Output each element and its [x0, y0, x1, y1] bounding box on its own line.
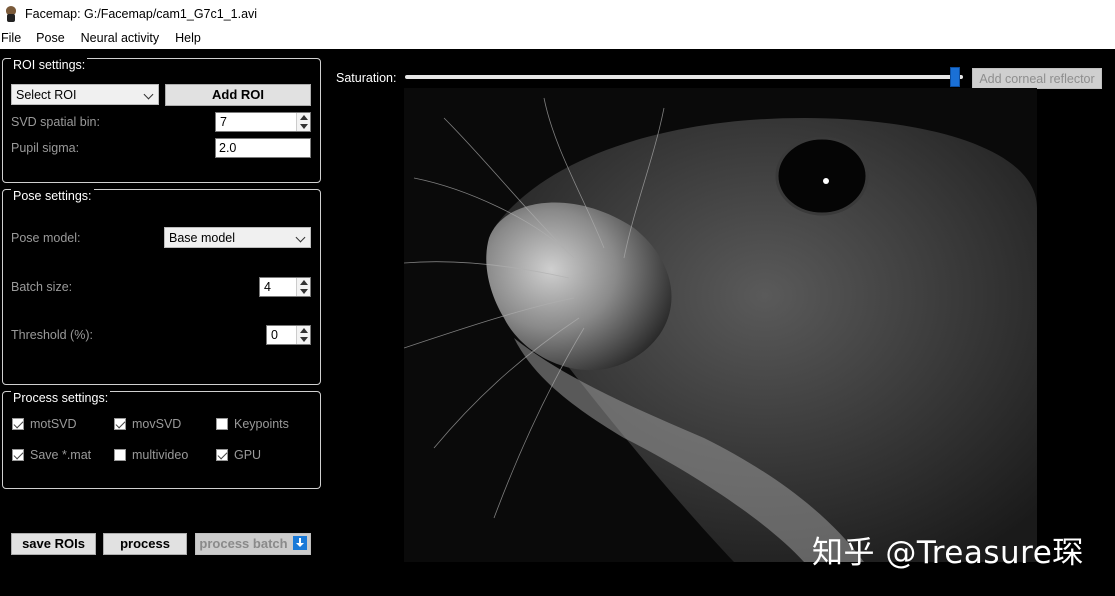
batch-size-label: Batch size:	[11, 280, 73, 294]
svd-spatial-bin-value: 7	[220, 115, 227, 129]
roi-settings-group: ROI settings: Select ROI Add ROI SVD spa…	[2, 58, 321, 183]
add-roi-button[interactable]: Add ROI	[165, 84, 311, 106]
process-batch-label: process batch	[199, 536, 288, 551]
batch-size-spinbox[interactable]: 4	[259, 277, 311, 297]
add-corneal-reflector-button[interactable]: Add corneal reflector	[972, 68, 1102, 89]
video-frame[interactable]	[404, 88, 1037, 562]
chevron-down-icon	[296, 233, 306, 243]
process-batch-button[interactable]: process batch	[195, 533, 311, 555]
checkbox-checked-icon	[12, 418, 24, 430]
multivideo-label: multivideo	[132, 448, 189, 462]
motsvd-label: motSVD	[30, 417, 77, 431]
mouse-face-image	[404, 88, 1037, 562]
window-title: Facemap: G:/Facemap/cam1_G7c1_1.avi	[25, 6, 258, 21]
multivideo-checkbox[interactable]: multivideo	[114, 448, 188, 462]
menu-neural-activity[interactable]: Neural activity	[81, 31, 168, 45]
download-icon	[292, 536, 307, 550]
movsvd-label: movSVD	[132, 417, 182, 431]
process-settings-group: Process settings: motSVD movSVD Keypoint…	[2, 391, 321, 489]
keypoints-label: Keypoints	[234, 417, 289, 431]
saturation-slider-handle[interactable]	[949, 67, 960, 87]
app-mouse-icon	[4, 5, 18, 22]
save-mat-checkbox[interactable]: Save *.mat	[12, 448, 91, 462]
spin-arrows-icon[interactable]	[296, 326, 310, 344]
chevron-down-icon	[144, 90, 154, 100]
roi-settings-legend: ROI settings:	[11, 58, 88, 72]
svd-spatial-bin-label: SVD spatial bin:	[11, 115, 100, 129]
pose-settings-legend: Pose settings:	[11, 189, 94, 203]
title-bar: Facemap: G:/Facemap/cam1_G7c1_1.avi	[0, 0, 1115, 27]
pupil-sigma-label: Pupil sigma:	[11, 141, 80, 155]
batch-size-value: 4	[264, 280, 271, 294]
select-roi-dropdown[interactable]: Select ROI	[11, 84, 159, 105]
threshold-spinbox[interactable]: 0	[266, 325, 311, 345]
save-rois-button[interactable]: save ROIs	[11, 533, 96, 555]
save-mat-label: Save *.mat	[30, 448, 92, 462]
watermark-text: 知乎 @Treasure琛	[812, 535, 1084, 571]
movsvd-checkbox[interactable]: movSVD	[114, 417, 181, 431]
process-settings-legend: Process settings:	[11, 391, 111, 405]
select-roi-value: Select ROI	[16, 87, 77, 102]
checkbox-checked-icon	[12, 449, 24, 461]
saturation-label: Saturation:	[336, 71, 397, 85]
spin-arrows-icon[interactable]	[296, 113, 310, 131]
pose-model-value: Base model	[169, 230, 236, 245]
pose-model-label: Pose model:	[11, 231, 81, 245]
checkbox-unchecked-icon	[114, 449, 126, 461]
pose-model-dropdown[interactable]: Base model	[164, 227, 311, 248]
checkbox-checked-icon	[216, 449, 228, 461]
saturation-slider-track[interactable]	[405, 75, 963, 79]
spin-arrows-icon[interactable]	[296, 278, 310, 296]
svd-spatial-bin-spinbox[interactable]: 7	[215, 112, 311, 132]
gpu-checkbox[interactable]: GPU	[216, 448, 261, 462]
gpu-label: GPU	[234, 448, 262, 462]
checkbox-checked-icon	[114, 418, 126, 430]
threshold-value: 0	[271, 328, 278, 342]
keypoints-checkbox[interactable]: Keypoints	[216, 417, 289, 431]
threshold-label: Threshold (%):	[11, 328, 93, 342]
pupil-sigma-input[interactable]: 2.0	[215, 138, 311, 158]
menu-help[interactable]: Help	[175, 31, 209, 45]
menu-bar: File Pose Neural activity Help	[0, 27, 1115, 49]
checkbox-unchecked-icon	[216, 418, 228, 430]
menu-file[interactable]: File	[0, 31, 29, 45]
menu-pose[interactable]: Pose	[36, 31, 73, 45]
motsvd-checkbox[interactable]: motSVD	[12, 417, 77, 431]
pose-settings-group: Pose settings: Pose model: Base model Ba…	[2, 189, 321, 385]
process-button[interactable]: process	[103, 533, 187, 555]
